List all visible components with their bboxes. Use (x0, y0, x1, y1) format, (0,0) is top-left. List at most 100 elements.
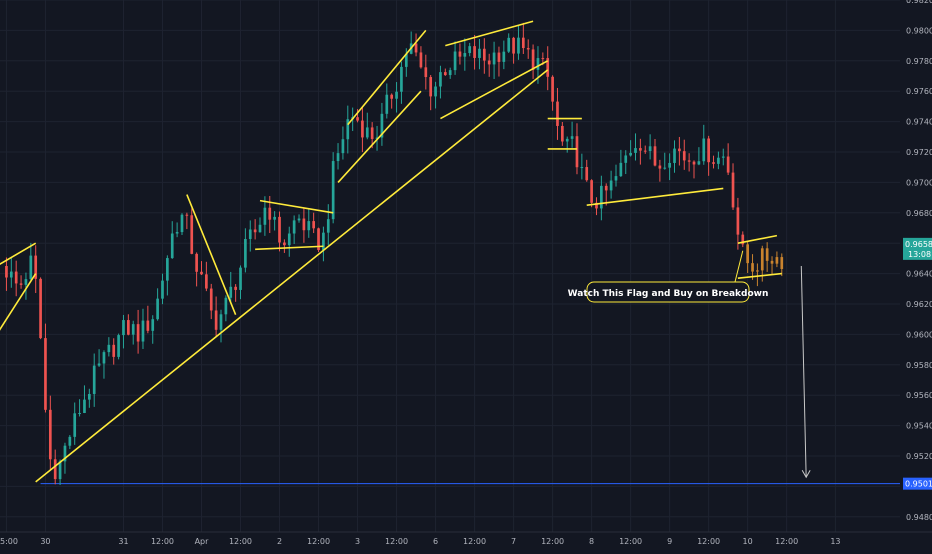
candle-body (604, 185, 608, 191)
y-tick-label: 0.95800 (906, 361, 932, 370)
candle-body (756, 270, 759, 272)
candle-body (551, 76, 554, 102)
candle-body (29, 255, 33, 280)
candle-body (448, 70, 452, 76)
candle-body (517, 37, 520, 54)
candle-body (643, 150, 647, 152)
candle-body (253, 229, 257, 233)
x-tick-label: 6 (433, 537, 438, 546)
candle-body (712, 162, 715, 164)
x-tick-label: 12:00 (697, 537, 720, 546)
candle-body (614, 176, 618, 181)
candle-body (302, 218, 306, 231)
candle-body (180, 214, 184, 233)
x-tick-label: 12:00 (151, 537, 174, 546)
candle-body (361, 120, 364, 138)
candle-body (507, 37, 511, 52)
x-tick-label: 8 (589, 537, 594, 546)
candle-body (624, 155, 628, 163)
candle-body (97, 363, 101, 366)
x-tick-label: 13 (830, 537, 840, 546)
y-tick-label: 0.94800 (906, 513, 932, 522)
candle-body (678, 148, 681, 152)
candle-body (717, 157, 720, 164)
candle-body (492, 52, 496, 65)
candle-body (565, 138, 569, 142)
candle-body (390, 94, 394, 99)
candle-body (200, 271, 203, 275)
candle-body (746, 244, 749, 264)
candle-body (48, 409, 52, 460)
candle-body (356, 117, 359, 121)
candle-body (580, 167, 584, 169)
candle-body (53, 459, 57, 480)
support-price-label: 0.95018 (905, 480, 932, 489)
candle-body (258, 224, 262, 233)
candle-body (112, 344, 116, 357)
current-price-label: 0.96589 (905, 240, 932, 249)
candle-body (600, 185, 603, 209)
candle-body (170, 233, 174, 259)
candle-body (78, 413, 81, 415)
candle-body (117, 335, 120, 357)
candle-body (127, 320, 130, 335)
candle-body (443, 72, 447, 76)
candle-body (468, 46, 472, 54)
candle-body (521, 37, 525, 49)
candle-body (780, 257, 784, 269)
candle-body (107, 344, 111, 353)
candle-body (629, 152, 632, 156)
candle-body (526, 48, 530, 50)
candle-body (19, 283, 23, 285)
y-tick-label: 0.95400 (906, 422, 932, 431)
x-tick-label: 12:00 (229, 537, 252, 546)
x-tick-label: 9 (667, 537, 672, 546)
candle-body (429, 77, 433, 97)
candle-body (326, 219, 330, 233)
candle-body (141, 320, 145, 342)
candlestick-chart[interactable]: Watch This Flag and Buy on Breakdown 0.9… (0, 0, 932, 550)
candle-body (268, 207, 272, 220)
candle-body (648, 146, 652, 152)
y-tick-label: 0.95200 (906, 452, 932, 461)
candle-body (585, 167, 589, 181)
candle-body (9, 271, 13, 278)
candle-body (536, 58, 540, 70)
candle-body (307, 221, 311, 231)
candle-body (190, 215, 194, 254)
candle-body (721, 156, 725, 158)
candle-body (156, 298, 159, 320)
candle-body (512, 37, 515, 54)
candle-body (58, 461, 62, 480)
candle-body (414, 43, 418, 53)
candle-body (570, 136, 574, 139)
y-tick-label: 0.97800 (906, 57, 932, 66)
candle-body (707, 138, 710, 163)
candle-body (122, 320, 125, 336)
candle-body (68, 436, 72, 446)
x-tick-label: 10 (743, 537, 753, 546)
candle-body (273, 216, 276, 220)
candle-body (478, 48, 481, 58)
y-tick-label: 0.97000 (906, 178, 932, 187)
candle-body (248, 229, 252, 239)
candle-body (83, 399, 86, 414)
candle-body (731, 172, 735, 208)
candle-body (770, 260, 774, 264)
y-tick-label: 0.96800 (906, 209, 932, 218)
y-tick-label: 0.96200 (906, 300, 932, 309)
candle-body (185, 214, 189, 216)
candle-body (658, 165, 662, 169)
y-tick-label: 0.97200 (906, 148, 932, 157)
candle-body (702, 138, 706, 162)
candle-body (653, 146, 657, 166)
candle-body (556, 101, 559, 126)
candle-body (175, 232, 179, 234)
candle-body (5, 266, 8, 278)
candle-body (434, 86, 437, 97)
candle-body (697, 161, 701, 165)
candle-body (195, 253, 198, 272)
candle-body (365, 127, 369, 138)
candle-body (283, 242, 286, 246)
candle-body (609, 180, 613, 191)
